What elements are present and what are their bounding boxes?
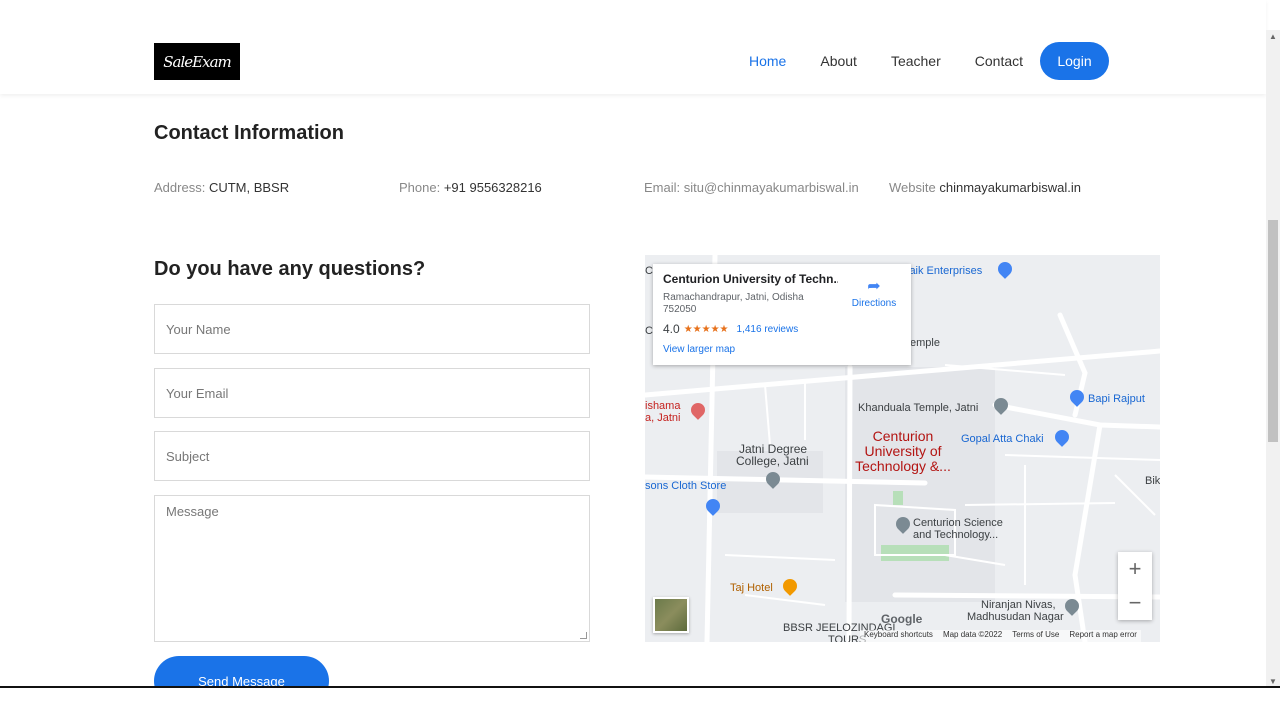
map-label-bapi[interactable]: Bapi Rajput	[1088, 393, 1145, 405]
site-header: SaleExam Home About Teacher Contact Logi…	[0, 0, 1266, 94]
email-input[interactable]: Your Email	[154, 368, 590, 418]
map-label-cloth[interactable]: sons Cloth Store	[645, 480, 726, 492]
address-value: CUTM, BBSR	[208, 180, 290, 195]
keyboard-shortcuts-link[interactable]: Keyboard shortcuts	[864, 630, 933, 642]
map-label-centurion3: Technology &...	[855, 458, 951, 474]
zoom-out-button[interactable]: −	[1118, 586, 1152, 620]
map-label-bik: Bik	[1145, 475, 1160, 487]
logo-text: SaleExam	[163, 52, 231, 71]
place-info-card: Centurion University of Techn... Ramacha…	[653, 264, 911, 365]
map-label-c2: C	[645, 325, 653, 337]
map-label-jatni-degree2[interactable]: College, Jatni	[736, 454, 809, 468]
directions-button[interactable]: ➦ Directions	[849, 276, 899, 309]
map-label-centurion-sci1[interactable]: Centurion Science	[913, 517, 1003, 529]
map-label-laik[interactable]: laik Enterprises	[907, 265, 982, 277]
message-placeholder: Message	[166, 504, 219, 519]
subject-input[interactable]: Subject	[154, 431, 590, 481]
website-label: Website	[889, 180, 936, 195]
place-title: Centurion University of Techn...	[663, 272, 838, 286]
page-scrollbar[interactable]: ▲ ▼	[1266, 30, 1280, 688]
nav-contact[interactable]: Contact	[975, 53, 1023, 69]
map-label-emple: emple	[910, 337, 940, 349]
phone-value: +91 9556328216	[443, 180, 542, 195]
page: SaleExam Home About Teacher Contact Logi…	[0, 0, 1280, 720]
message-textarea[interactable]: Message	[154, 495, 590, 642]
email-info: Email: situ@chinmayakumarbiswal.in	[644, 180, 859, 195]
login-button[interactable]: Login	[1040, 42, 1109, 80]
nav-about[interactable]: About	[820, 53, 857, 69]
zoom-controls: + −	[1118, 552, 1152, 620]
map-label-niranjan1: Niranjan Nivas,	[981, 599, 1056, 611]
directions-label: Directions	[851, 298, 897, 309]
zoom-in-button[interactable]: +	[1118, 552, 1152, 586]
map-label-gopal[interactable]: Gopal Atta Chaki	[961, 433, 1044, 445]
reviews-link[interactable]: 1,416 reviews	[737, 324, 799, 335]
address-label: Address:	[154, 180, 206, 195]
nav-home[interactable]: Home	[749, 53, 786, 69]
scroll-down-icon[interactable]: ▼	[1269, 677, 1277, 686]
google-logo: Google	[881, 612, 923, 626]
rating-stars-icon: ★★★★★	[683, 323, 729, 335]
map-label-taj[interactable]: Taj Hotel	[730, 582, 773, 594]
map-data-text: Map data ©2022	[942, 630, 1003, 639]
satellite-toggle[interactable]	[653, 597, 689, 633]
website-value[interactable]: chinmayakumarbiswal.in	[939, 180, 1081, 195]
embedded-map[interactable]: C C laik Enterprises emple Bapi Rajput K…	[645, 255, 1160, 642]
below-viewport	[0, 688, 1280, 720]
map-label-ishama2[interactable]: a, Jatni	[645, 412, 680, 424]
place-address: Ramachandrapur, Jatni, Odisha 752050	[663, 292, 804, 315]
website-info: Website chinmayakumarbiswal.in	[889, 180, 1081, 195]
directions-icon: ➦	[867, 278, 881, 295]
terms-link[interactable]: Terms of Use	[1012, 630, 1059, 642]
name-input[interactable]: Your Name	[154, 304, 590, 354]
map-label-centurion-sci2[interactable]: and Technology...	[913, 529, 998, 541]
phone-label: Phone:	[399, 180, 441, 195]
place-rating: 4.0 ★★★★★ 1,416 reviews	[663, 322, 901, 336]
phone-info: Phone: +91 9556328216	[399, 180, 542, 195]
map-label-c1: C	[645, 265, 653, 277]
email-label: Email: situ@chinmayakumarbiswal.in	[644, 180, 859, 195]
map-label-centurion[interactable]: Centurion University of Technology &...	[848, 429, 958, 474]
map-label-niranjan2: Madhusudan Nagar	[967, 611, 1064, 623]
site-logo[interactable]: SaleExam	[154, 43, 240, 80]
map-attribution: Keyboard shortcuts Map data ©2022 Terms …	[860, 630, 1141, 642]
map-label-ishama1[interactable]: ishama	[645, 400, 680, 412]
scroll-up-icon[interactable]: ▲	[1269, 32, 1277, 41]
nav-teacher[interactable]: Teacher	[891, 53, 941, 69]
address-info: Address: CUTM, BBSR	[154, 180, 289, 195]
contact-info-title: Contact Information	[154, 122, 344, 144]
scroll-thumb[interactable]	[1268, 220, 1278, 442]
report-error-link[interactable]: Report a map error	[1069, 630, 1137, 642]
questions-title: Do you have any questions?	[154, 258, 426, 280]
resize-handle-icon[interactable]	[580, 632, 587, 639]
map-label-centurion2: University of	[864, 443, 942, 459]
map-label-khanduala[interactable]: Khanduala Temple, Jatni	[858, 402, 978, 414]
rating-value: 4.0	[663, 322, 680, 336]
view-larger-map-link[interactable]: View larger map	[663, 344, 901, 355]
main-nav: Home About Teacher Contact	[749, 42, 1057, 80]
map-label-centurion1: Centurion	[872, 428, 934, 444]
